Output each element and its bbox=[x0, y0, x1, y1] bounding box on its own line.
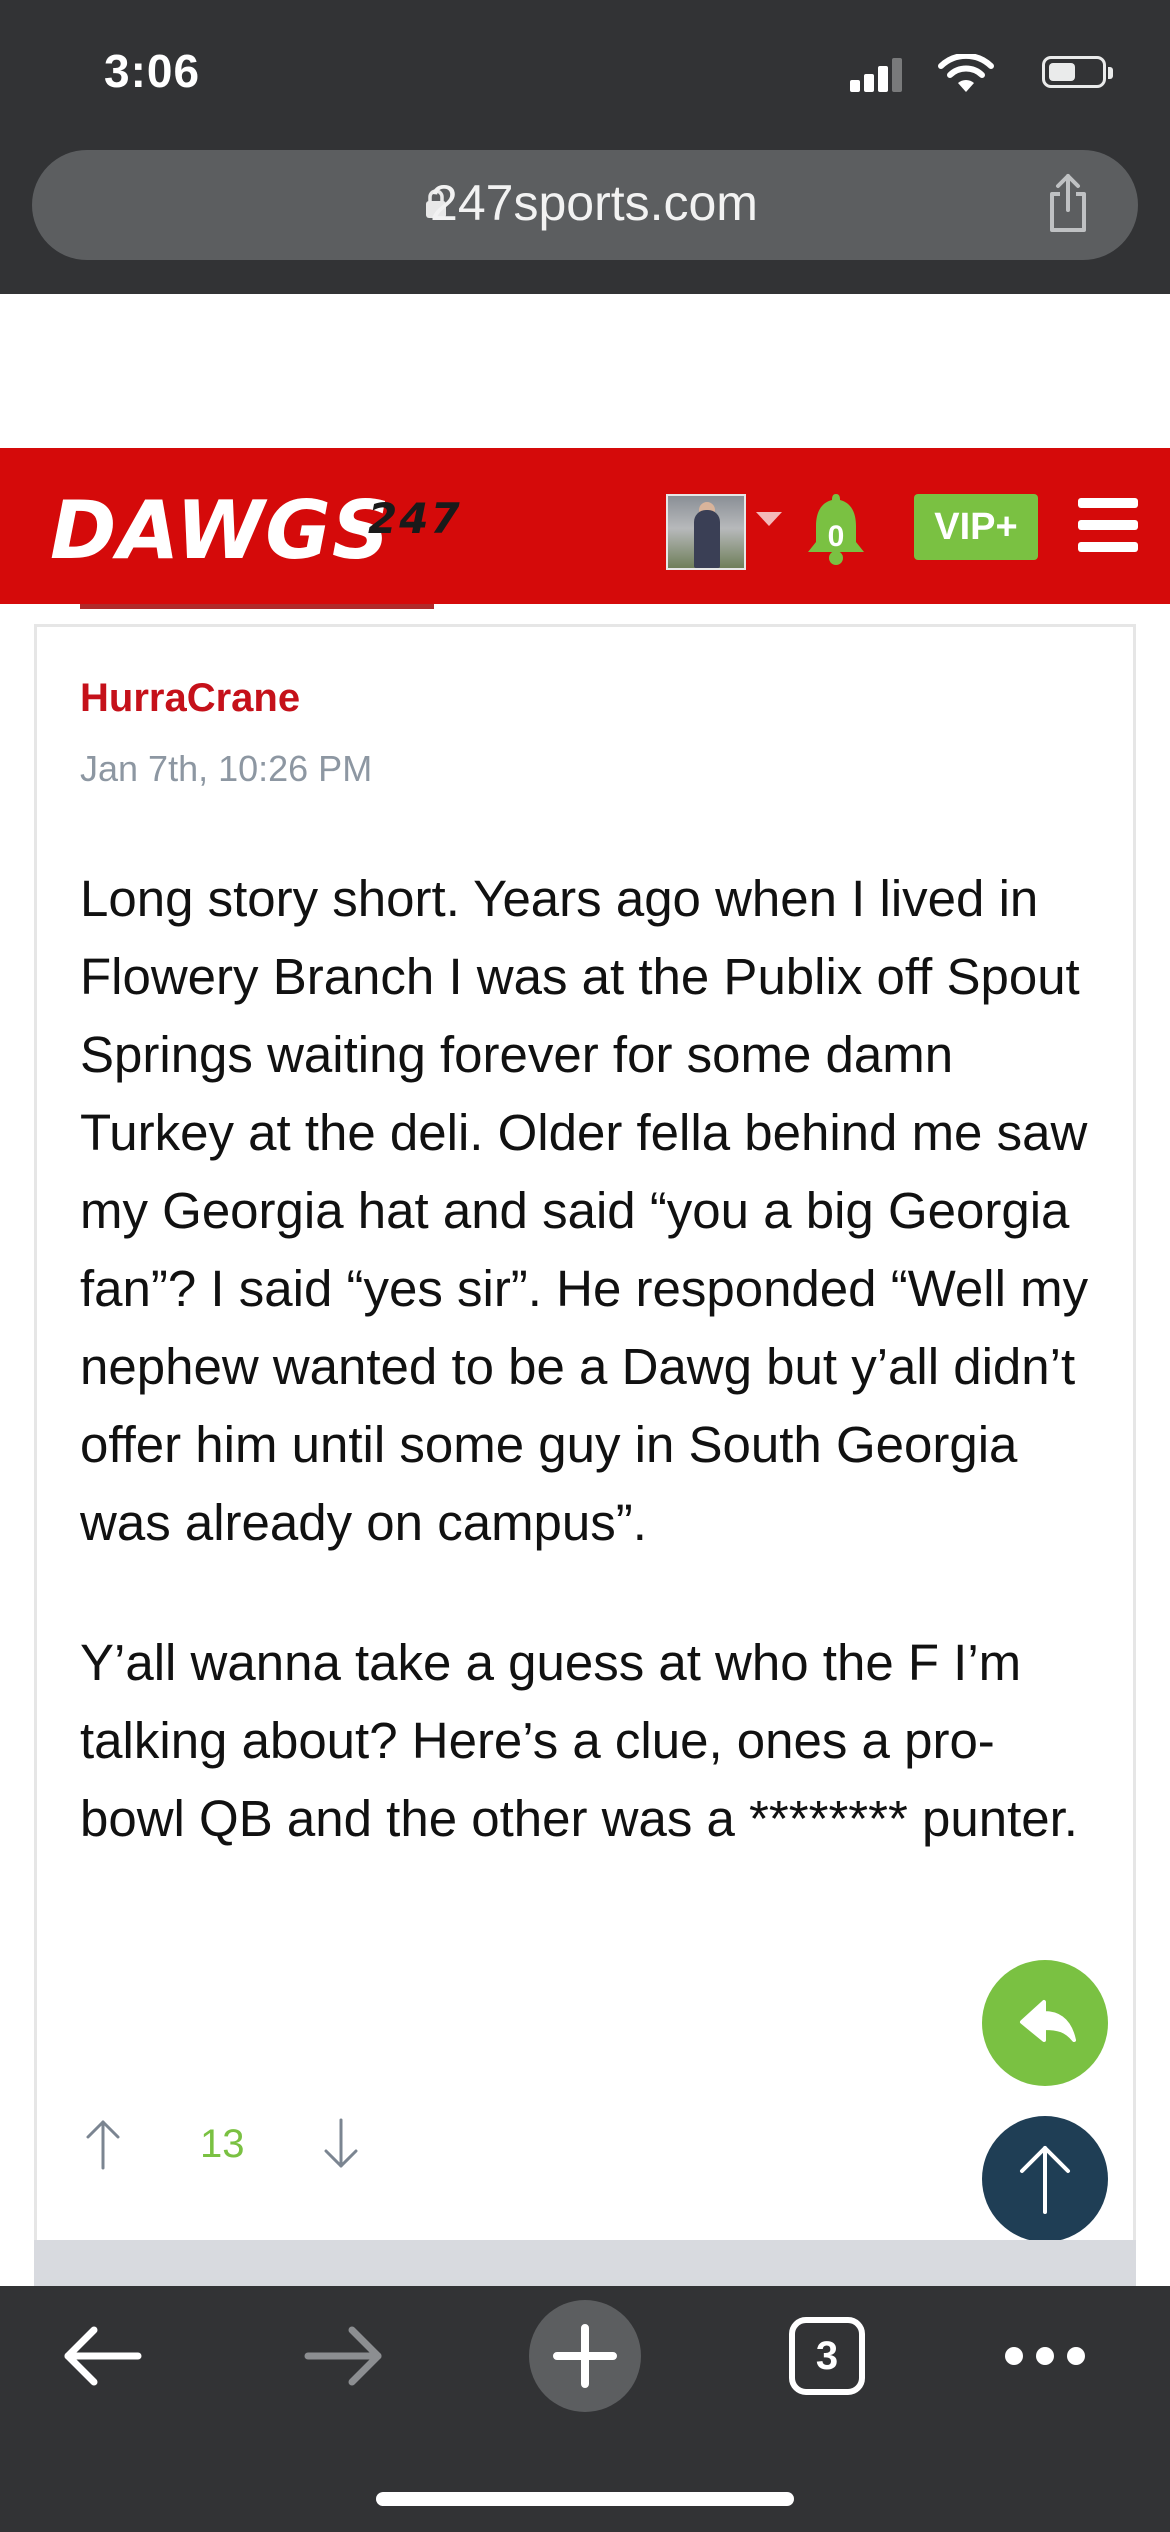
post-paragraph: Y’all wanna take a guess at who the F I’… bbox=[80, 1634, 1078, 1847]
notifications-button[interactable]: 0 bbox=[806, 490, 866, 566]
site-header: DAWGS 247 0 VIP+ bbox=[0, 448, 1170, 604]
chevron-down-icon[interactable] bbox=[756, 512, 782, 526]
post-author[interactable]: HurraCrane bbox=[80, 676, 300, 721]
share-icon[interactable] bbox=[1044, 172, 1092, 234]
cellular-signal-icon bbox=[850, 58, 904, 92]
downvote-arrow-icon[interactable] bbox=[318, 2118, 364, 2170]
ad-space bbox=[0, 294, 1170, 448]
arrow-up-icon bbox=[1020, 2146, 1070, 2214]
upvote-arrow-icon[interactable] bbox=[80, 2118, 126, 2170]
status-icons bbox=[814, 54, 1114, 94]
wifi-icon bbox=[938, 54, 994, 92]
hamburger-menu-icon[interactable] bbox=[1078, 498, 1138, 552]
status-time: 3:06 bbox=[104, 45, 201, 97]
scroll-to-top-button[interactable] bbox=[982, 2116, 1108, 2242]
home-indicator bbox=[376, 2492, 794, 2506]
back-icon[interactable] bbox=[60, 2290, 150, 2420]
post-body: Long story short. Years ago when I lived… bbox=[80, 860, 1090, 1858]
vote-count: 13 bbox=[200, 2122, 245, 2166]
post-timestamp: Jan 7th, 10:26 PM bbox=[80, 748, 373, 789]
battery-icon bbox=[1042, 56, 1113, 88]
new-tab-icon[interactable] bbox=[528, 2290, 642, 2420]
browser-top-chrome: 3:06 247sports.com bbox=[0, 0, 1170, 294]
user-avatar[interactable] bbox=[666, 494, 746, 570]
logo-text: DAWGS bbox=[50, 484, 391, 577]
site-logo[interactable]: DAWGS 247 bbox=[50, 484, 570, 577]
tab-count: 3 bbox=[815, 2334, 839, 2378]
header-tab-indicator bbox=[80, 604, 434, 609]
tabs-button[interactable]: 3 bbox=[788, 2290, 868, 2420]
url-text[interactable]: 247sports.com bbox=[32, 174, 1138, 232]
forward-icon[interactable] bbox=[300, 2290, 390, 2420]
more-icon[interactable] bbox=[1000, 2290, 1090, 2420]
next-post-preview bbox=[34, 2240, 1136, 2286]
reply-icon bbox=[1020, 2000, 1076, 2042]
post-paragraph: Long story short. Years ago when I lived… bbox=[80, 870, 1089, 1551]
logo-number: 247 bbox=[368, 494, 462, 543]
reply-button[interactable] bbox=[982, 1960, 1108, 2086]
address-bar[interactable]: 247sports.com bbox=[32, 150, 1138, 260]
notification-count: 0 bbox=[827, 520, 845, 553]
vip-button[interactable]: VIP+ bbox=[914, 494, 1038, 560]
